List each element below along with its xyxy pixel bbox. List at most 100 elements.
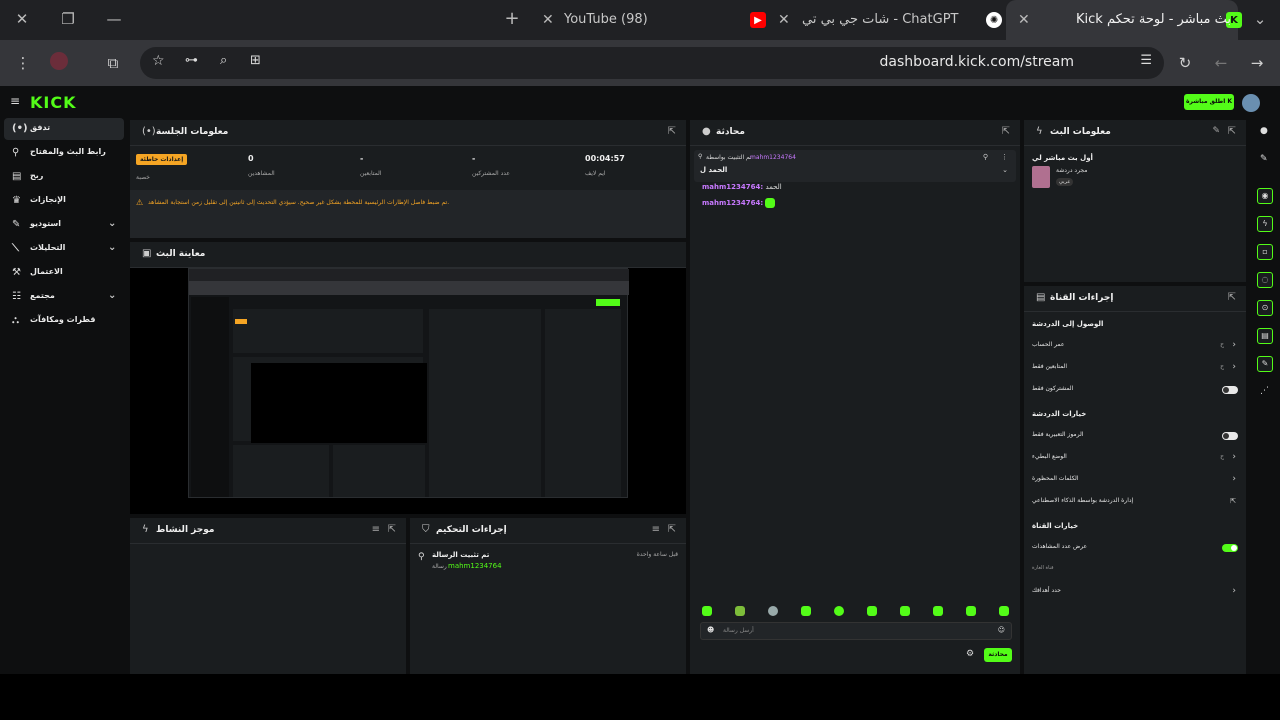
emote-picker-icon[interactable]: ☺	[998, 626, 1005, 634]
emote-icon[interactable]	[801, 606, 811, 616]
emote-icon[interactable]	[966, 606, 976, 616]
menu-dots-icon[interactable]: ⋮	[12, 52, 34, 74]
pinned-username[interactable]: mahm1234764	[750, 154, 796, 161]
rail-button-layout[interactable]: ▤	[1257, 328, 1273, 344]
translate-icon[interactable]: ⊞	[250, 53, 261, 68]
drops-icon: ⛬	[12, 315, 19, 326]
zoom-icon[interactable]: ⌕	[220, 53, 227, 68]
emote-icon[interactable]	[768, 606, 778, 616]
emote-icon[interactable]	[735, 606, 745, 616]
sidebar-item-monetize[interactable]: ▤ ربح	[4, 166, 124, 188]
video-player[interactable]	[130, 268, 686, 514]
action-row-slow-mode[interactable]: الوضع البطيء ح ›	[1032, 452, 1238, 466]
window-restore-icon[interactable]: ❐	[58, 10, 78, 28]
extensions-icon[interactable]: ⧉	[102, 52, 124, 74]
site-settings-icon[interactable]: ☰	[1140, 53, 1152, 68]
popout-icon[interactable]: ⇱	[1228, 126, 1236, 137]
mod-action-user[interactable]: mahm1234764	[448, 562, 502, 570]
info-icon[interactable]: ●	[1260, 126, 1268, 136]
sidebar-item-drops[interactable]: ⛬ قطرات ومكافآت	[4, 310, 124, 332]
chevron-down-icon[interactable]: ⌄	[1002, 166, 1008, 174]
filter-icon[interactable]: ≡	[372, 524, 380, 535]
emote-icon[interactable]	[999, 606, 1009, 616]
popout-icon[interactable]: ⇱	[1228, 292, 1236, 303]
sidebar-item-studio[interactable]: ✎ استوديو ⌄	[4, 214, 124, 236]
emote-icon[interactable]	[933, 606, 943, 616]
user-avatar[interactable]	[1242, 94, 1260, 112]
action-row-account-age[interactable]: عمر الحساب ح ›	[1032, 340, 1238, 354]
rail-button-clip[interactable]: ◉	[1257, 188, 1273, 204]
panel-title: معلومات الجلسة	[156, 127, 229, 137]
sidebar-item-achievements[interactable]: ♛ الإنجازات	[4, 190, 124, 212]
tab-youtube[interactable]: ✕ ▶ (98) YouTube	[536, 0, 768, 40]
window-close-icon[interactable]: ✕	[12, 10, 32, 28]
url-text[interactable]: dashboard.kick.com/stream	[880, 54, 1074, 70]
action-row-subscribers-only[interactable]: المشتركون فقط	[1032, 384, 1238, 398]
tab-chatgpt[interactable]: ✕ ✺ ChatGPT - شات جي بي تي	[770, 0, 1002, 40]
emote-icon[interactable]	[900, 606, 910, 616]
more-icon[interactable]: ⋮	[1001, 153, 1008, 161]
profile-avatar-icon[interactable]	[48, 52, 70, 74]
sidebar-item-stream-key[interactable]: ⚲ رابط البث والمفتاح	[4, 142, 124, 164]
action-row-followers-only[interactable]: المتابعين فقط ح ›	[1032, 362, 1238, 376]
action-row-emotes-only[interactable]: الرموز التعبيرية فقط	[1032, 430, 1238, 444]
hamburger-menu-icon[interactable]: ≡	[10, 94, 20, 108]
share-icon[interactable]: ⋰	[1260, 386, 1269, 396]
tab-search-chevron-icon[interactable]: ⌄	[1250, 10, 1270, 28]
chat-username[interactable]: mahm1234764:	[702, 183, 763, 191]
rail-button-bolt[interactable]: ϟ	[1257, 216, 1273, 232]
rail-button-tools[interactable]: ✎	[1257, 356, 1273, 372]
emotes-only-toggle[interactable]	[1222, 432, 1238, 440]
address-bar[interactable]: ☆ ⊶ ⌕ ⊞ dashboard.kick.com/stream ☰	[140, 47, 1164, 79]
kick-logo[interactable]: KICK	[30, 93, 77, 112]
send-chat-button[interactable]: محادثة	[984, 648, 1012, 662]
new-tab-icon[interactable]: +	[502, 8, 522, 29]
panel-header: ϟ معلومات البث ✎ ⇱	[1024, 120, 1246, 146]
edit-icon[interactable]: ✎	[1212, 126, 1220, 136]
emote-icon[interactable]	[834, 606, 844, 616]
reload-icon[interactable]: ↻	[1174, 52, 1196, 74]
go-live-button[interactable]: اطلق مباشرة K	[1184, 94, 1234, 110]
kick-sidebar: (•) تدفق ⚲ رابط البث والمفتاح ▤ ربح ♛ الإنجا…	[0, 118, 126, 674]
action-row-show-view-count[interactable]: عرض عدد المشاهدات	[1032, 542, 1238, 556]
chat-input[interactable]: ☻ أرسل رسالة ☺	[700, 622, 1012, 640]
pencil-icon[interactable]: ✎	[1260, 154, 1268, 164]
link-icon[interactable]: ⊶	[185, 53, 198, 68]
action-row-set-goals[interactable]: حدد أهدافك ›	[1032, 586, 1238, 600]
action-row-banned-words[interactable]: الكلمات المحظورة ›	[1032, 474, 1238, 488]
category-name[interactable]: مجرد دردشة	[1056, 167, 1087, 174]
pinned-message[interactable]: ⚲ تم التثبيت بواسطة mahm1234764 الحمد ل …	[694, 150, 1016, 182]
window-minimize-icon[interactable]: —	[104, 10, 124, 28]
rail-button-stream[interactable]: ⊙	[1257, 300, 1273, 316]
filter-icon[interactable]: ≡	[652, 524, 660, 535]
status-badge[interactable]: إعدادات خاطئة	[136, 154, 188, 165]
bookmark-star-icon[interactable]: ☆	[152, 53, 165, 69]
chat-username[interactable]: mahm1234764:	[702, 199, 763, 207]
sidebar-item-community[interactable]: ☷ مجتمع ⌄	[4, 286, 124, 308]
sidebar-item-moderation[interactable]: ⚒ الاعتمال	[4, 262, 124, 284]
tab-close-icon[interactable]: ✕	[778, 12, 790, 28]
action-row-ai-moderation[interactable]: إدارة الدردشة بواسطة الذكاء الاصطناعي ⇱	[1032, 496, 1238, 510]
popout-icon[interactable]: ⇱	[388, 524, 396, 535]
tab-close-icon[interactable]: ✕	[1018, 12, 1030, 28]
emote-icon[interactable]	[867, 606, 877, 616]
tab-title: (98) YouTube	[564, 12, 648, 27]
rail-button-note[interactable]: ▫	[1257, 244, 1273, 260]
subscribers-only-toggle[interactable]	[1222, 386, 1238, 394]
sidebar-item-analytics[interactable]: ⟋ التحليلات ⌄	[4, 238, 124, 260]
popout-icon[interactable]: ⇱	[668, 126, 676, 137]
back-icon[interactable]: ←	[1210, 52, 1232, 74]
rail-button-chat[interactable]: ◌	[1257, 272, 1273, 288]
forward-icon[interactable]: →	[1246, 52, 1268, 74]
chat-settings-gear-icon[interactable]: ⚙	[966, 649, 974, 659]
popout-icon[interactable]: ⇱	[1002, 126, 1010, 137]
emote-icon[interactable]	[702, 606, 712, 616]
channel-icon: ▤	[1036, 292, 1046, 303]
emoji-picker-icon[interactable]: ☻	[707, 626, 714, 634]
unpin-icon[interactable]: ⚲	[983, 153, 988, 161]
tab-kick-dashboard[interactable]: ✕ K بث مباشر - لوحة تحكم Kick	[1006, 0, 1242, 40]
view-count-toggle[interactable]	[1222, 544, 1238, 552]
popout-icon[interactable]: ⇱	[668, 524, 676, 535]
tab-close-icon[interactable]: ✕	[542, 12, 554, 28]
sidebar-item-stream[interactable]: (•) تدفق	[4, 118, 124, 140]
